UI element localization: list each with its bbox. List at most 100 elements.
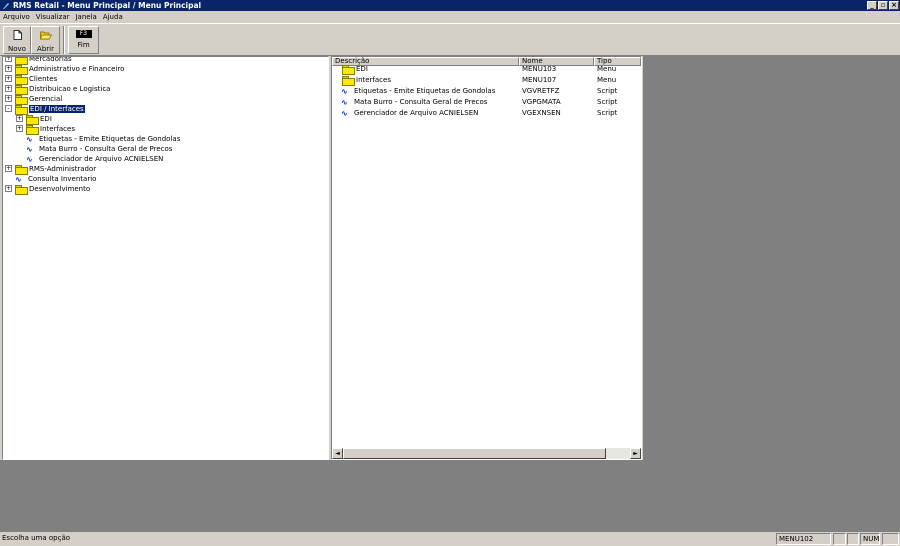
restore-button[interactable]: ▫: [878, 1, 888, 10]
status-num-indicator: NUM: [860, 533, 880, 545]
folder-icon: [15, 185, 28, 195]
script-icon: ∿: [341, 97, 348, 107]
cell-tipo: Script: [597, 109, 618, 117]
expand-icon[interactable]: +: [16, 115, 23, 122]
tree-item-label: Consulta Inventario: [28, 175, 97, 183]
cell-tipo: Menu: [597, 65, 617, 73]
new-document-icon: [13, 30, 22, 42]
close-button[interactable]: ×: [889, 1, 899, 10]
cell-tipo: Menu: [597, 76, 617, 84]
script-icon: ∿: [341, 108, 348, 118]
cell-descricao: EDI: [356, 65, 368, 73]
tree-item-label: Administrativo e Financeiro: [29, 65, 125, 73]
expand-icon[interactable]: +: [16, 125, 23, 132]
folder-icon: [15, 85, 28, 95]
tree-item-label: Etiquetas - Emite Etiquetas de Gondolas: [39, 135, 181, 143]
tree-item-label: EDI / Interfaces: [29, 105, 85, 113]
tree-item[interactable]: + Desenvolvimento: [5, 184, 91, 195]
tree-item[interactable]: + Clientes: [5, 74, 57, 85]
script-icon: ∿: [26, 154, 33, 164]
tree-item[interactable]: - EDI / Interfaces: [5, 104, 85, 115]
novo-label: Novo: [8, 45, 26, 53]
open-folder-icon: [15, 105, 28, 115]
expand-icon[interactable]: +: [5, 65, 12, 72]
tree-pane[interactable]: + Mercadorias + Administrativo e Financeiro…: [2, 56, 329, 460]
status-bar: Escolha uma opção MENU102 NUM: [0, 532, 900, 546]
tree-item[interactable]: + Administrativo e Financeiro: [5, 64, 125, 75]
folder-icon: [342, 65, 355, 75]
menu-visualizar[interactable]: Visualizar: [36, 13, 70, 21]
tree-item[interactable]: + EDI: [16, 114, 52, 125]
list-row[interactable]: ∿ Etiquetas - Emite Etiquetas de Gondolas…: [332, 86, 641, 97]
status-panel-empty-1: [833, 533, 846, 545]
tree-item[interactable]: + Mercadorias: [5, 56, 72, 65]
tree-item[interactable]: ∿ Consulta Inventario: [15, 174, 96, 184]
tree-item[interactable]: ∿ Gerenciador de Arquivo ACNIELSEN: [26, 154, 163, 164]
tree-item-label: Distribuicao e Logistica: [29, 85, 111, 93]
script-icon: ∿: [341, 86, 348, 96]
fim-button[interactable]: F3 Fim: [68, 26, 99, 54]
folder-icon: [342, 76, 355, 86]
folder-icon: [15, 95, 28, 105]
script-icon: ∿: [15, 174, 22, 184]
novo-button[interactable]: Novo: [3, 26, 31, 54]
tree-item-label: RMS-Administrador: [29, 165, 97, 173]
tree-item[interactable]: + Distribuicao e Logistica: [5, 84, 111, 95]
cell-nome: MENU107: [522, 76, 557, 84]
cell-tipo: Script: [597, 98, 618, 106]
folder-icon: [15, 57, 28, 65]
tree-item-label: Gerenciador de Arquivo ACNIELSEN: [39, 155, 164, 163]
horizontal-scrollbar[interactable]: ◄ ►: [332, 448, 641, 459]
expand-icon[interactable]: +: [5, 95, 12, 102]
scroll-right-button[interactable]: ►: [630, 448, 641, 459]
minimize-button[interactable]: _: [867, 1, 877, 10]
cell-descricao: Etiquetas - Emite Etiquetas de Gondolas: [354, 87, 496, 95]
tree-item-label: Mata Burro - Consulta Geral de Precos: [39, 145, 173, 153]
list-row[interactable]: EDI MENU103 Menu: [332, 64, 641, 75]
cell-nome: VGEXNSEN: [522, 109, 561, 117]
tree-item[interactable]: ∿ Mata Burro - Consulta Geral de Precos: [26, 144, 172, 154]
folder-icon: [15, 65, 28, 75]
mdi-workspace-right: [643, 56, 900, 460]
script-icon: ∿: [26, 134, 33, 144]
expand-icon[interactable]: +: [5, 165, 12, 172]
expand-icon[interactable]: +: [5, 185, 12, 192]
toolbar-separator: [63, 26, 65, 54]
collapse-icon[interactable]: -: [5, 105, 12, 112]
folder-icon: [15, 165, 28, 175]
menu-ajuda[interactable]: Ajuda: [103, 13, 123, 21]
expand-icon[interactable]: +: [5, 57, 12, 62]
scroll-thumb[interactable]: [343, 448, 606, 459]
cell-nome: VGVRETFZ: [522, 87, 560, 95]
status-message: Escolha uma opção: [2, 534, 71, 542]
script-icon: ∿: [26, 144, 33, 154]
list-pane[interactable]: Descrição Nome Tipo EDI MENU103 Menu Interf…: [331, 56, 642, 460]
open-folder-icon: [39, 30, 52, 42]
tree-item-label: EDI: [40, 115, 52, 123]
tree-item-label: Interfaces: [40, 125, 75, 133]
tree-item[interactable]: + Gerencial: [5, 94, 63, 105]
tree-item-label: Mercadorias: [29, 56, 72, 63]
window-title: RMS Retail - Menu Principal / Menu Princ…: [13, 1, 202, 10]
list-row[interactable]: ∿ Mata Burro - Consulta Geral de Precos VG…: [332, 97, 641, 108]
expand-icon[interactable]: +: [5, 85, 12, 92]
tree-item[interactable]: + RMS-Administrador: [5, 164, 97, 175]
tree-item-label: Gerencial: [29, 95, 63, 103]
menu-janela[interactable]: Janela: [75, 13, 96, 21]
list-row[interactable]: Interfaces MENU107 Menu: [332, 75, 641, 86]
tree-item-label: Desenvolvimento: [29, 185, 91, 193]
cell-descricao: Gerenciador de Arquivo ACNIELSEN: [354, 109, 479, 117]
scroll-left-button[interactable]: ◄: [332, 448, 343, 459]
list-row[interactable]: ∿ Gerenciador de Arquivo ACNIELSEN VGEXNSE…: [332, 108, 641, 119]
folder-icon: [26, 115, 39, 125]
tree-item[interactable]: ∿ Etiquetas - Emite Etiquetas de Gondolas: [26, 134, 180, 144]
expand-icon[interactable]: +: [5, 75, 12, 82]
menu-arquivo[interactable]: Arquivo: [3, 13, 30, 21]
abrir-button[interactable]: Abrir: [31, 26, 60, 54]
status-panel-empty-2: [847, 533, 859, 545]
tree-item[interactable]: + Interfaces: [16, 124, 75, 135]
mdi-workspace-bottom: [0, 460, 900, 532]
cell-descricao: Mata Burro - Consulta Geral de Precos: [354, 98, 488, 106]
menu-bar: Arquivo Visualizar Janela Ajuda: [0, 11, 900, 23]
abrir-label: Abrir: [37, 45, 54, 53]
